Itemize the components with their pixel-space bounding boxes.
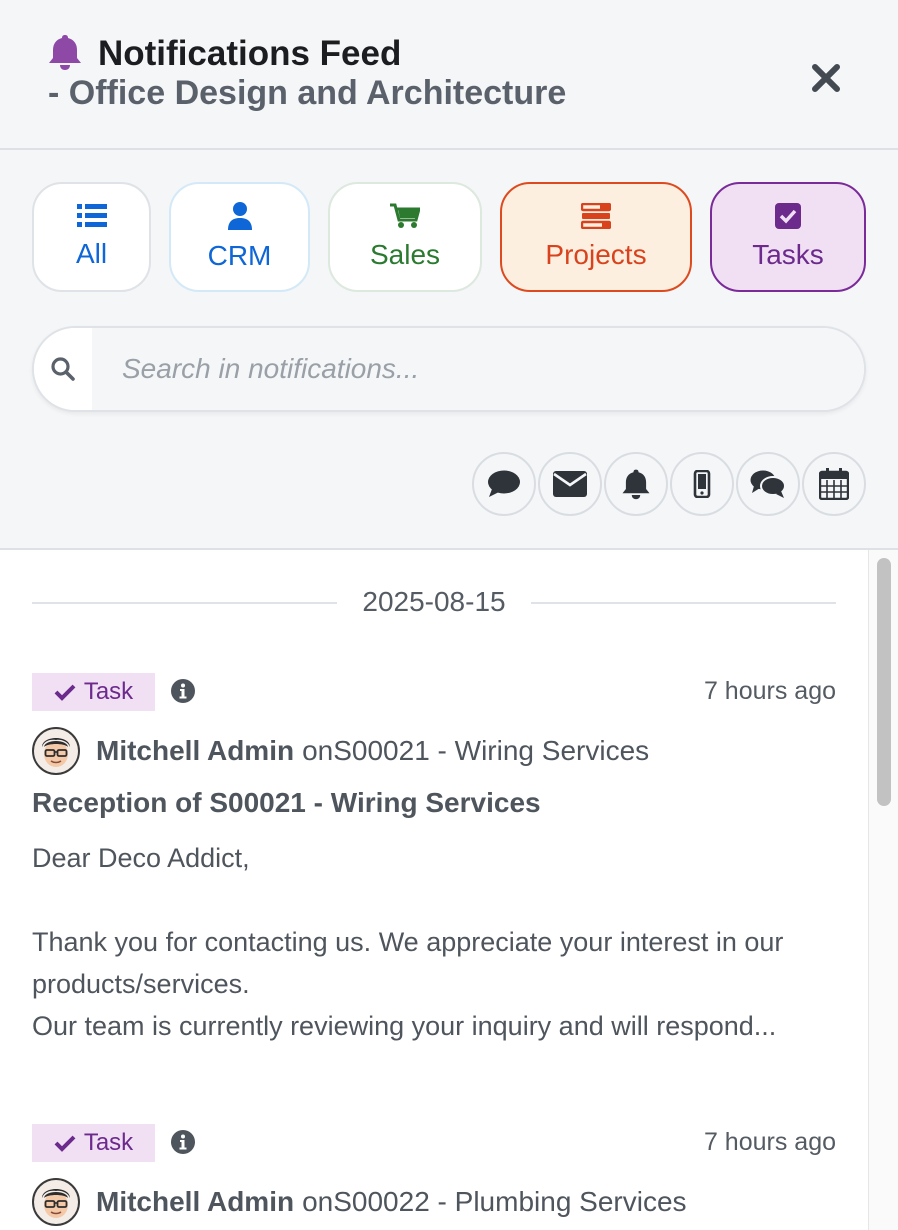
- feed-scrollbar[interactable]: [868, 550, 898, 1230]
- filter-chip-sales[interactable]: Sales: [328, 182, 482, 292]
- author-name[interactable]: Mitchell Admin: [96, 735, 294, 767]
- list-icon: [76, 204, 107, 227]
- envelope-icon: [553, 471, 587, 497]
- timestamp: 7 hours ago: [703, 1128, 836, 1156]
- date-label-wrap: 2025-08-15: [32, 586, 836, 618]
- title-row: Notifications Feed: [48, 32, 401, 76]
- checkbox-icon: [775, 203, 801, 229]
- filter-activity-button[interactable]: [802, 452, 866, 516]
- page-title: Notifications Feed: [98, 34, 402, 73]
- comment-icon: [488, 470, 520, 497]
- close-button[interactable]: [806, 58, 846, 98]
- filter-chip-label: Projects: [545, 239, 647, 270]
- body-paragraph: Our team is currently reviewing your inq…: [32, 1011, 777, 1041]
- date-label: 2025-08-15: [346, 586, 522, 617]
- filter-chip-label: Tasks: [752, 239, 824, 270]
- notifications-feed: 2025-08-15 Task 7 hours ago Mitchell Adm…: [0, 550, 868, 1230]
- info-icon[interactable]: [170, 1129, 196, 1160]
- projects-icon: [581, 203, 611, 229]
- avatar: [32, 727, 80, 775]
- body-paragraph: Thank you for contacting us. We apprecia…: [32, 927, 784, 999]
- bell-icon: [622, 469, 650, 500]
- mobile-icon: [693, 470, 711, 498]
- search-input[interactable]: [92, 328, 864, 410]
- task-badge: Task: [32, 673, 155, 711]
- info-icon[interactable]: [170, 678, 196, 709]
- timestamp: 7 hours ago: [703, 677, 836, 705]
- comments-icon: [750, 470, 786, 498]
- on-label: on: [302, 735, 334, 766]
- badge-label: Task: [83, 678, 134, 705]
- notification-subject: Reception of S00021 - Wiring Services: [32, 787, 541, 818]
- notification-item[interactable]: Task 7 hours ago Mitchell Admin on S0002…: [32, 673, 836, 1041]
- filter-comment-button[interactable]: [472, 452, 536, 516]
- record-link[interactable]: S00021 - Wiring Services: [333, 735, 649, 767]
- record-link[interactable]: S00022 - Plumbing Services: [333, 1186, 686, 1218]
- check-icon: [54, 1135, 76, 1152]
- filter-panel: All CRM Sales Projects Tasks: [0, 150, 898, 550]
- check-icon: [54, 684, 76, 701]
- panel-header: Notifications Feed - Office Design and A…: [0, 0, 898, 150]
- avatar: [32, 1178, 80, 1226]
- author-row: Mitchell Admin on S00021 - Wiring Servic…: [32, 727, 649, 775]
- on-label: on: [302, 1186, 334, 1217]
- notification-body: Dear Deco Addict, Thank you for contacti…: [32, 837, 836, 1047]
- search-icon: [51, 357, 75, 381]
- filter-notification-button[interactable]: [604, 452, 668, 516]
- close-icon: [812, 64, 840, 92]
- notification-item[interactable]: Task 7 hours ago Mitchell Admin on S0002…: [32, 1124, 836, 1230]
- filter-chip-crm[interactable]: CRM: [169, 182, 310, 292]
- filter-chip-label: CRM: [207, 240, 272, 271]
- filter-chat-button[interactable]: [736, 452, 800, 516]
- filter-chip-all[interactable]: All: [32, 182, 151, 292]
- filter-chip-label: All: [75, 238, 108, 269]
- date-separator: 2025-08-15: [32, 582, 836, 622]
- badge-label: Task: [83, 1129, 134, 1156]
- scrollbar-thumb[interactable]: [877, 558, 891, 806]
- bell-icon: [48, 33, 82, 76]
- search-bar: [32, 326, 866, 412]
- filter-email-button[interactable]: [538, 452, 602, 516]
- filter-chip-tasks[interactable]: Tasks: [710, 182, 866, 292]
- cart-icon: [390, 203, 420, 228]
- user-icon: [227, 202, 252, 230]
- filter-chip-projects[interactable]: Projects: [500, 182, 692, 292]
- task-badge: Task: [32, 1124, 155, 1162]
- filter-chip-label: Sales: [369, 239, 441, 270]
- body-greeting: Dear Deco Addict,: [32, 843, 250, 873]
- filter-sms-button[interactable]: [670, 452, 734, 516]
- search-button[interactable]: [34, 328, 92, 410]
- author-name[interactable]: Mitchell Admin: [96, 1186, 294, 1218]
- calendar-icon: [819, 468, 849, 500]
- author-row: Mitchell Admin on S00022 - Plumbing Serv…: [32, 1178, 687, 1226]
- page-subtitle: - Office Design and Architecture: [48, 74, 567, 112]
